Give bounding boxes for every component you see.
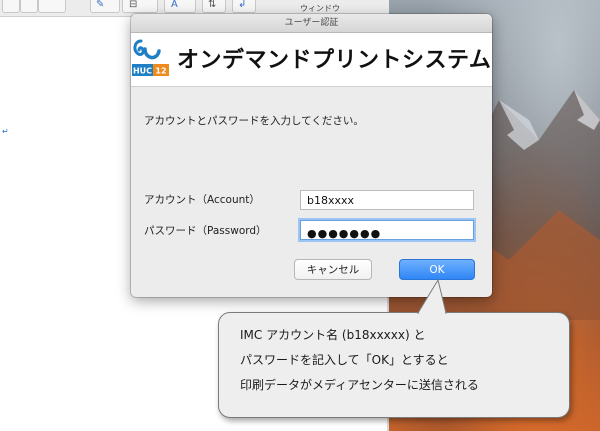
sort-icon: ⇅ [208, 0, 217, 10]
banner-title: オンデマンドプリントシステム [177, 48, 492, 73]
logo-text: HUC [133, 67, 152, 76]
toolbar-button[interactable] [20, 0, 38, 13]
window-menu-label[interactable]: ウィンドウ [300, 3, 340, 14]
password-label: パスワード（Password） [144, 225, 267, 237]
logo-number: 12 [155, 67, 166, 76]
system-banner: HUC 12 オンデマンドプリントシステム [131, 33, 492, 87]
account-input[interactable] [300, 190, 474, 210]
callout-line-2: パスワードを記入して「OK」とすると [240, 353, 449, 367]
ok-button[interactable]: OK [399, 259, 475, 280]
user-auth-dialog: ユーザー認証 HUC 12 オンデマンドプリントシステム アカウントとパスワード… [131, 14, 492, 297]
toolbar-button[interactable]: ⇅ [202, 0, 226, 13]
instruction-text: アカウントとパスワードを入力してください。 [144, 115, 364, 127]
text-effect-icon: A [171, 0, 178, 10]
toolbar-button[interactable]: ✎ [90, 0, 120, 13]
toolbar-button[interactable]: ⊟ [122, 0, 158, 13]
callout-line-1: IMC アカウント名 (b18xxxxx) と [240, 328, 426, 342]
callout-line-3: 印刷データがメディアセンターに送信される [240, 378, 479, 392]
toolbar-button[interactable]: ↲ [232, 0, 256, 13]
toolbar-button[interactable]: A [164, 0, 196, 13]
cancel-button[interactable]: キャンセル [294, 259, 372, 280]
border-icon: ⊟ [129, 0, 138, 10]
huc-logo-icon: HUC 12 [132, 39, 169, 76]
password-masked-value: ●●●●●●● [307, 227, 382, 240]
toolbar-button[interactable] [38, 0, 66, 13]
toolbar-button[interactable] [2, 0, 20, 13]
dialog-title: ユーザー認証 [131, 14, 492, 33]
paragraph-mark-icon: ↵ [2, 127, 9, 136]
line-break-icon: ↲ [238, 0, 247, 10]
account-label: アカウント（Account） [144, 194, 260, 206]
highlight-icon: ✎ [96, 0, 105, 10]
